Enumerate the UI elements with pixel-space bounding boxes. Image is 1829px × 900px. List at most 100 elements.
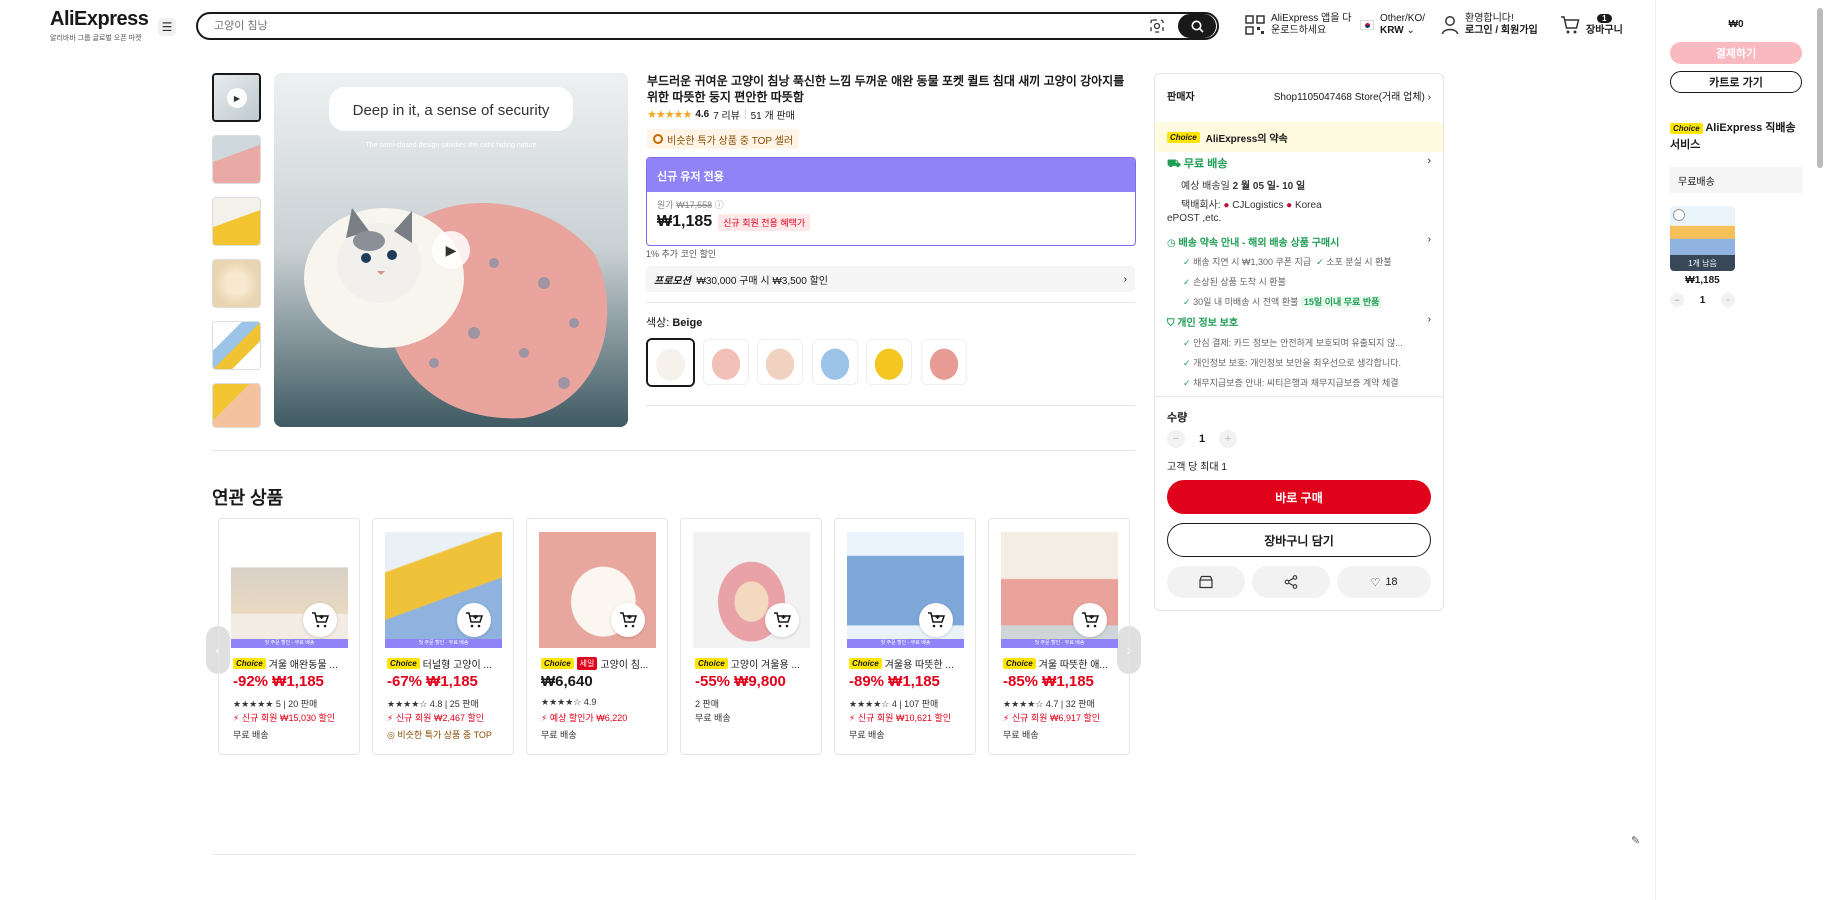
clock-icon: ◷	[1167, 238, 1176, 249]
stock-left-label: 1개 남음	[1670, 255, 1735, 271]
seller-row[interactable]: 판매자 Shop1105047468 Store(거래 업체) ›	[1167, 88, 1431, 103]
related-promo-text: 신규 회원 ₩15,030 할인	[241, 713, 336, 723]
delivery-promise-section[interactable]: ◷ 배송 약속 안내 - 해외 배송 상품 구매시 › ✓ 배송 지연 시 ₩1,…	[1167, 234, 1431, 308]
choice-badge: Choice	[387, 658, 420, 669]
thumbnail-video[interactable]: ▶	[212, 73, 261, 122]
related-meta: ★★★★☆ 4 | 107 판매	[849, 699, 939, 709]
side-cart-panel: ₩0 결제하기 카트로 가기 Choice AliExpress 직배송 서비스…	[1655, 0, 1829, 900]
minus-button[interactable]: −	[1670, 293, 1684, 307]
related-name-row: Choice 겨울 애완동물 ...	[233, 656, 353, 671]
related-shipping: 무료 배송	[541, 730, 577, 740]
add-to-cart-icon[interactable]	[303, 603, 337, 637]
medal-icon	[653, 134, 663, 144]
color-option-blue[interactable]	[812, 339, 858, 385]
minus-button[interactable]: −	[1167, 430, 1185, 448]
rating-row: ★★★★★ 4.6 7 리뷰 | 51 개 판매	[647, 107, 795, 122]
privacy-3: 채무지급보증 안내: 씨티은행과 채무지급보증 계약 체결	[1193, 378, 1399, 388]
menu-icon[interactable]: ☰	[158, 18, 176, 36]
search-button[interactable]	[1178, 14, 1216, 38]
checkout-button[interactable]: 결제하기	[1670, 42, 1802, 64]
related-name-row: Choice 겨울용 따뜻한 ...	[849, 656, 969, 671]
related-card[interactable]: 첫 주문 할인 · 무료 배송 Choice 겨울 따뜻한 애... -85% ₩…	[988, 518, 1130, 755]
color-value: Beige	[672, 317, 703, 329]
thumbnail-5[interactable]	[212, 321, 261, 370]
currency-label: KRW	[1380, 25, 1404, 36]
logo-text: AliExpress	[50, 8, 149, 30]
quantity-value[interactable]: 1	[1199, 433, 1205, 445]
logo-subtitle: 알리바바 그룹 글로벌 오픈 마켓	[50, 35, 142, 42]
wishlist-button[interactable]: ♡ 18	[1337, 566, 1431, 598]
color-option-coral[interactable]	[921, 339, 967, 385]
wishlist-count: 18	[1385, 576, 1398, 588]
header-cart[interactable]: 1 장바구니	[1560, 13, 1623, 37]
side-cart-item-image[interactable]: 1개 남음	[1670, 206, 1735, 271]
choice-badge: Choice	[849, 658, 882, 669]
promise-4: 30일 내 미배송 시 전액 환불	[1193, 297, 1299, 307]
related-meta: ★★★★★ 5 | 20 판매	[233, 699, 318, 709]
purchase-panel: 판매자 Shop1105047468 Store(거래 업체) › Choice…	[1154, 73, 1444, 611]
promotion-row[interactable]: 프로모션 ₩30,000 구매 시 ₩3,500 할인 ›	[646, 266, 1135, 292]
item-checkbox[interactable]	[1673, 209, 1685, 221]
login-link[interactable]: 로그인 / 회원가입	[1465, 25, 1538, 36]
add-to-cart-icon[interactable]	[765, 603, 799, 637]
related-promo-text: 신규 회원 ₩6,917 할인	[1011, 713, 1101, 723]
add-to-cart-icon[interactable]	[611, 603, 645, 637]
side-free-shipping: 무료배송	[1670, 167, 1802, 193]
courier-1: CJLogistics	[1232, 200, 1284, 211]
store-button[interactable]	[1167, 566, 1245, 598]
related-card[interactable]: 첫 주문 할인 · 무료 배송 Choice 겨울용 따뜻한 ... -89% ₩…	[834, 518, 976, 755]
thumbnail-2[interactable]	[212, 135, 261, 184]
related-card[interactable]: 첫 주문 할인 · 무료 배송 Choice 터널형 고양이 ... -67% ₩…	[372, 518, 514, 755]
choice-badge: Choice	[1003, 658, 1036, 669]
edit-icon[interactable]: ✎	[1631, 834, 1645, 848]
camera-search-icon[interactable]	[1148, 17, 1166, 35]
info-icon[interactable]: ⓘ	[715, 200, 724, 210]
add-to-cart-icon[interactable]	[919, 603, 953, 637]
color-option-beige[interactable]	[646, 338, 695, 387]
scrollbar-thumb[interactable]	[1817, 8, 1823, 168]
new-user-tag: 신규 회원 전용 혜택가	[718, 213, 811, 231]
related-card[interactable]: Choice 고양이 겨울용 ... -55% ₩9,800 2 판매 무료 배송	[680, 518, 822, 755]
color-option-yellow[interactable]	[866, 339, 912, 385]
related-meta: 2 판매	[695, 699, 720, 709]
shipping-section[interactable]: ⛟ 무료 배송 › 예상 배송일 2 월 05 일- 10 일 택배회사: ● C…	[1167, 155, 1431, 224]
play-icon: ▶	[227, 88, 247, 108]
product-main-image[interactable]: Deep in it, a sense of security The semi…	[274, 73, 628, 427]
related-promo: ⚡ 예상 할인가 ₩6,220	[541, 713, 628, 723]
privacy-section[interactable]: ⛉ 개인 정보 보호 › ✓ 안심 결제: 카드 정보는 안전하게 보호되며 유출…	[1167, 314, 1431, 389]
search-input[interactable]	[214, 20, 1148, 32]
shield-icon: ⛉	[1167, 318, 1175, 329]
quantity-label: 수량	[1167, 412, 1188, 424]
related-name: 겨울 애완동물 ...	[268, 660, 338, 671]
related-card[interactable]: Choice 세일 고양이 침... ₩6,640 ★★★★☆ 4.9 ⚡ 예상 할…	[526, 518, 668, 755]
related-products-title: 연관 상품	[212, 488, 284, 508]
add-to-cart-icon[interactable]	[457, 603, 491, 637]
aliexpress-logo[interactable]: AliExpress 알리바바 그룹 글로벌 오픈 마켓	[50, 8, 149, 43]
related-strip: 첫 주문 할인 · 무료 배송	[385, 639, 502, 648]
related-promo-text: 신규 회원 ₩2,467 할인	[395, 713, 485, 723]
add-to-cart-button[interactable]: 장바구니 담기	[1167, 523, 1431, 557]
plus-button[interactable]: +	[1219, 430, 1238, 448]
thumbnail-6[interactable]	[212, 383, 261, 428]
share-button[interactable]	[1252, 566, 1330, 598]
review-count[interactable]: 7 리뷰	[713, 107, 740, 122]
locale-selector[interactable]: Other/KO/ KRW ⌄	[1360, 13, 1425, 37]
color-option-tan[interactable]	[757, 339, 803, 385]
thumbnail-3[interactable]	[212, 197, 261, 246]
add-to-cart-icon[interactable]	[1073, 603, 1107, 637]
color-option-pink[interactable]	[703, 339, 749, 385]
cart-total: ₩0	[1728, 19, 1744, 30]
video-play-icon[interactable]: ▶	[432, 231, 470, 269]
account-menu[interactable]: 환영합니다! 로그인 / 회원가입	[1441, 13, 1538, 37]
app-line2: 운로드하세요	[1271, 25, 1327, 36]
chevron-right-icon: ›	[1123, 273, 1127, 285]
related-price: -89% ₩1,185	[849, 673, 940, 690]
free-return-tag: 15일 이내 무료 반품	[1300, 296, 1383, 308]
app-download[interactable]: AliExpress 앱을 다 운로드하세요	[1245, 13, 1351, 37]
related-card[interactable]: 첫 주문 할인 · 무료 배송 Choice 겨울 애완동물 ... -92% ₩…	[218, 518, 360, 755]
new-user-price-box: 신규 유저 전용 원가 ₩17,558 ⓘ ₩1,185 신규 회원 전용 혜택…	[646, 157, 1136, 246]
go-to-cart-button[interactable]: 카트로 가기	[1670, 71, 1802, 93]
thumbnail-4[interactable]	[212, 259, 261, 308]
plus-button[interactable]: +	[1721, 293, 1735, 307]
buy-now-button[interactable]: 바로 구매	[1167, 480, 1431, 514]
